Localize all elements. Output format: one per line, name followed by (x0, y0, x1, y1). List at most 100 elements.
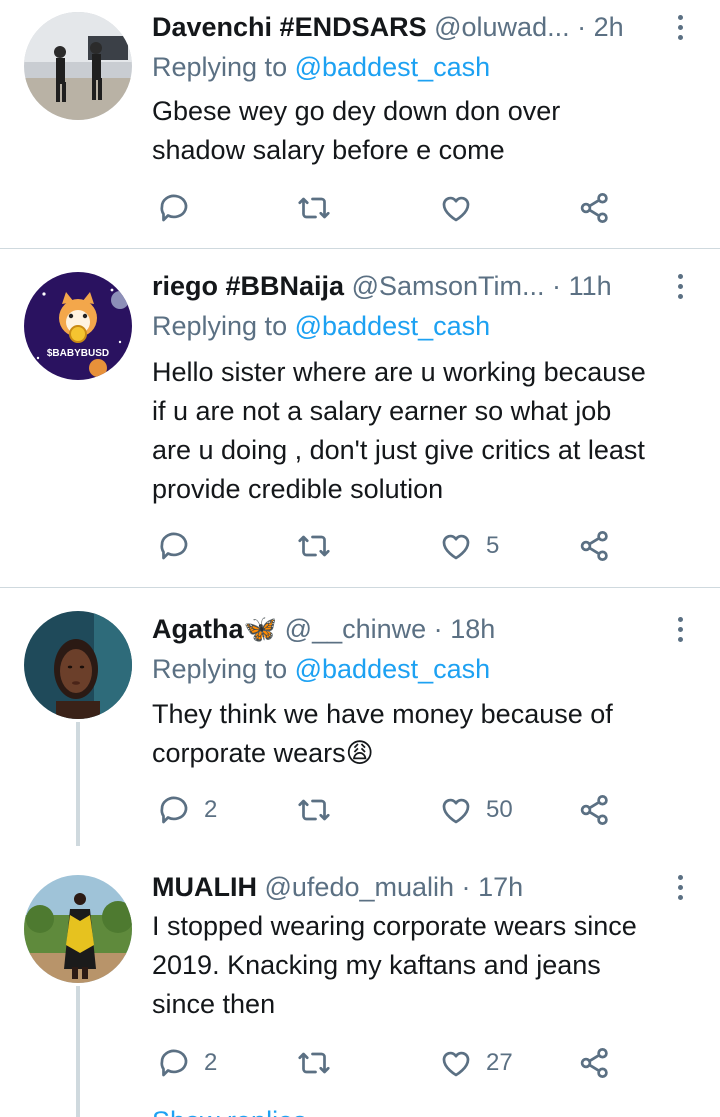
replying-to: Replying to @baddest_cash (152, 652, 490, 686)
reply-button[interactable] (156, 188, 204, 228)
replying-to-label: Replying to (152, 52, 288, 82)
tweet-2[interactable]: $BABYBUSD riego #BBNaija @SamsonTim... ·… (0, 249, 720, 587)
share-button[interactable] (577, 188, 613, 228)
display-name[interactable]: Agatha🦋 (152, 614, 277, 644)
like-count: 50 (486, 796, 513, 823)
separator-dot: · (433, 614, 443, 644)
like-icon (442, 196, 470, 222)
tweet-text-line: Gbese wey go dey down don over (152, 96, 561, 126)
more-options-icon[interactable] (666, 269, 694, 303)
like-icon (442, 798, 470, 824)
reply-button[interactable]: 2 (156, 790, 217, 830)
tweet-text: I stopped wearing corporate wears since … (152, 907, 712, 1024)
more-options-icon[interactable] (666, 870, 694, 904)
retweet-icon (298, 197, 330, 219)
action-bar: 2 27 (152, 1043, 632, 1083)
tweet-text-line: since then (152, 989, 276, 1019)
reply-icon (160, 532, 188, 560)
tweet-text: Gbese wey go dey down don over shadow sa… (152, 92, 712, 170)
show-replies-link[interactable]: Show replies (152, 1104, 307, 1117)
avatar[interactable] (24, 12, 132, 120)
like-count: 27 (486, 1049, 513, 1076)
tweet-text: They think we have money because of corp… (152, 695, 712, 773)
handle[interactable]: @oluwad... (434, 12, 569, 42)
avatar[interactable] (24, 611, 132, 719)
share-icon (580, 1048, 608, 1078)
timestamp[interactable]: 2h (594, 12, 624, 42)
reply-button[interactable] (156, 526, 204, 566)
share-icon (580, 193, 608, 223)
share-icon (580, 531, 608, 561)
separator-dot: · (461, 872, 471, 902)
retweet-button[interactable] (296, 1043, 344, 1083)
reply-count: 2 (204, 1049, 218, 1076)
timestamp[interactable]: 18h (450, 614, 495, 644)
display-name[interactable]: riego #BBNaija (152, 271, 344, 301)
share-button[interactable] (577, 790, 613, 830)
retweet-icon (298, 799, 330, 821)
like-button[interactable]: 5 (438, 526, 499, 566)
share-button[interactable] (577, 1043, 613, 1083)
share-button[interactable] (577, 526, 613, 566)
mention-link[interactable]: @baddest_cash (295, 654, 491, 684)
action-bar: 2 50 (152, 790, 632, 830)
thread-connector (76, 986, 80, 1117)
retweet-button[interactable] (296, 790, 344, 830)
more-options-icon[interactable] (666, 612, 694, 646)
like-count: 5 (486, 532, 500, 559)
retweet-button[interactable] (296, 526, 344, 566)
avatar[interactable] (24, 875, 132, 983)
tweet-text-line: are u doing , don't just give critics at… (152, 435, 645, 465)
tweet-header: Agatha🦋 @__chinwe · 18h (152, 612, 664, 646)
action-bar (152, 188, 632, 228)
tweet-4[interactable]: MUALIH @ufedo_mualih · 17h I stopped wea… (0, 846, 720, 1117)
tweet-text-line: provide credible solution (152, 474, 444, 504)
reply-icon (160, 1049, 188, 1077)
handle[interactable]: @ufedo_mualih (265, 872, 455, 902)
avatar-text: $BABYBUSD (47, 348, 109, 359)
retweet-button[interactable] (296, 188, 344, 228)
separator-dot: · (577, 12, 587, 42)
display-name[interactable]: MUALIH (152, 872, 257, 902)
timestamp[interactable]: 11h (569, 271, 612, 301)
retweet-icon (298, 535, 330, 557)
timestamp[interactable]: 17h (478, 872, 523, 902)
thread-connector (76, 722, 80, 846)
handle[interactable]: @__chinwe (285, 614, 427, 644)
avatar[interactable]: $BABYBUSD (24, 272, 132, 380)
replying-to: Replying to @baddest_cash (152, 309, 490, 343)
tweet-text: Hello sister where are u working because… (152, 353, 712, 509)
tweet-3[interactable]: Agatha🦋 @__chinwe · 18h Replying to @bad… (0, 588, 720, 846)
like-button[interactable]: 27 (438, 1043, 513, 1083)
tweet-header: Davenchi #ENDSARS @oluwad... · 2h (152, 10, 664, 44)
reply-icon (160, 796, 188, 824)
handle[interactable]: @SamsonTim... (352, 271, 545, 301)
share-icon (580, 795, 608, 825)
action-bar: 5 (152, 526, 632, 566)
reply-icon (160, 194, 188, 222)
mention-link[interactable]: @baddest_cash (295, 52, 491, 82)
like-button[interactable]: 50 (438, 790, 513, 830)
avatar-image (24, 611, 132, 719)
tweet-header: MUALIH @ufedo_mualih · 17h (152, 870, 664, 904)
retweet-icon (298, 1052, 330, 1074)
separator-dot: · (552, 271, 562, 301)
tweet-text-line: 2019. Knacking my kaftans and jeans (152, 950, 601, 980)
tweet-text-line: I stopped wearing corporate wears since (152, 911, 637, 941)
tweet-header: riego #BBNaija @SamsonTim... · 11h (152, 269, 664, 303)
reply-button[interactable]: 2 (156, 1043, 217, 1083)
like-icon (442, 534, 470, 560)
like-icon (442, 1051, 470, 1077)
tweet-text-line: if u are not a salary earner so what job (152, 396, 612, 426)
replying-to-label: Replying to (152, 654, 288, 684)
like-button[interactable] (438, 188, 486, 228)
mention-link[interactable]: @baddest_cash (295, 311, 491, 341)
tweet-text-line: They think we have money because of (152, 699, 613, 729)
tweet-1[interactable]: Davenchi #ENDSARS @oluwad... · 2h Replyi… (0, 0, 720, 248)
display-name[interactable]: Davenchi #ENDSARS (152, 12, 427, 42)
tweet-text-line: Hello sister where are u working because (152, 357, 646, 387)
reply-count: 2 (204, 796, 218, 823)
replying-to: Replying to @baddest_cash (152, 50, 490, 84)
more-options-icon[interactable] (666, 10, 694, 44)
tweet-text-line: shadow salary before e come (152, 135, 505, 165)
